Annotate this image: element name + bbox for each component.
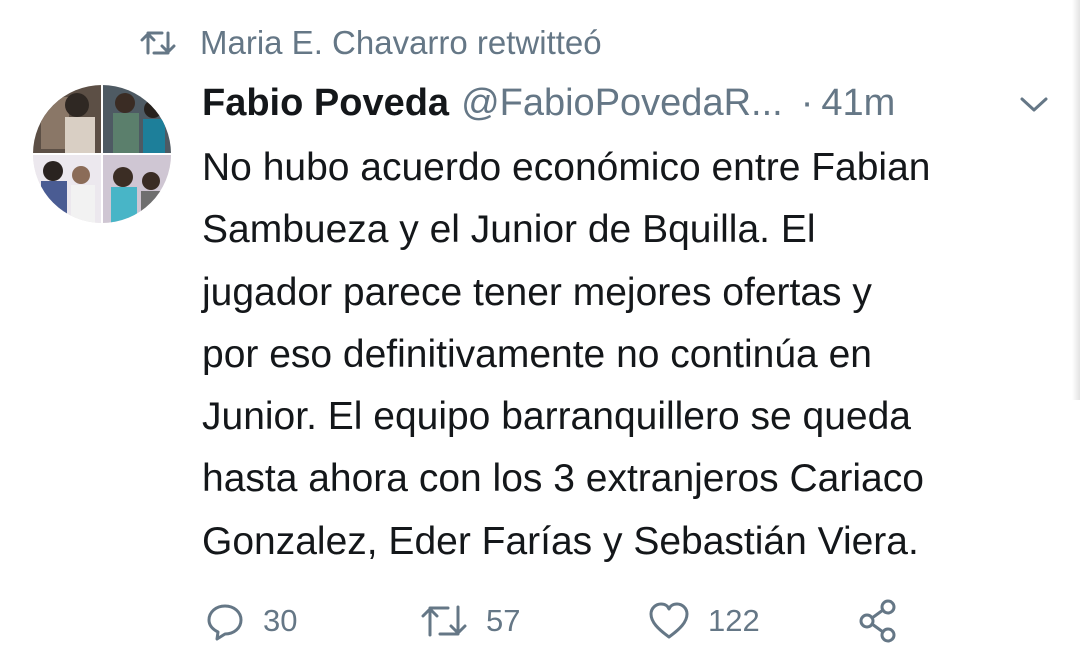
tweet-text-line: Gonzalez, Eder Farías y Sebastián Viera. bbox=[202, 519, 919, 563]
tweet-text-line: jugador parece tener mejores ofertas y bbox=[202, 270, 872, 314]
retweeted-by-text: Maria E. Chavarro retwitteó bbox=[200, 24, 602, 61]
avatar-collage-image bbox=[33, 85, 171, 223]
tweet-text: No hubo acuerdo económico entre Fabian S… bbox=[202, 137, 1062, 573]
tweet-text-line: por eso definitivamente no continúa en bbox=[202, 332, 872, 376]
separator-dot: · bbox=[800, 81, 814, 124]
tweet-text-line: Sambueza y el Junior de Bquilla. El bbox=[202, 208, 816, 252]
like-button[interactable]: 122 bbox=[648, 601, 858, 641]
chevron-down-icon[interactable] bbox=[1018, 92, 1050, 116]
avatar[interactable] bbox=[33, 85, 171, 223]
tweet-text-line: hasta ahora con los 3 extranjeros Cariac… bbox=[202, 457, 924, 501]
share-icon bbox=[859, 599, 896, 643]
reply-button[interactable]: 30 bbox=[205, 601, 420, 641]
share-button[interactable] bbox=[858, 598, 900, 644]
heart-icon bbox=[649, 602, 689, 639]
reply-count: 30 bbox=[263, 603, 298, 638]
retweet-context[interactable]: Maria E. Chavarro retwitteó bbox=[140, 20, 602, 66]
tweet-text-line: No hubo acuerdo económico entre Fabian bbox=[202, 146, 931, 189]
tweet-actions: 30 57 122 bbox=[205, 598, 900, 644]
tweet-text-line: Junior. El equipo barranquillero se qued… bbox=[202, 395, 911, 439]
retweet-button[interactable]: 57 bbox=[420, 601, 648, 641]
tweet-header: Fabio Poveda @FabioPovedaR... · 41m bbox=[202, 78, 895, 128]
like-count: 122 bbox=[708, 603, 760, 638]
retweet-icon bbox=[421, 605, 467, 637]
author-handle[interactable]: @FabioPovedaR... bbox=[461, 82, 783, 125]
retweet-count: 57 bbox=[486, 603, 521, 638]
scrollbar[interactable] bbox=[1072, 0, 1080, 400]
retweet-icon bbox=[140, 31, 176, 55]
tweet-timestamp[interactable]: 41m bbox=[821, 82, 895, 125]
reply-icon bbox=[207, 604, 243, 641]
author-name[interactable]: Fabio Poveda bbox=[202, 82, 449, 125]
